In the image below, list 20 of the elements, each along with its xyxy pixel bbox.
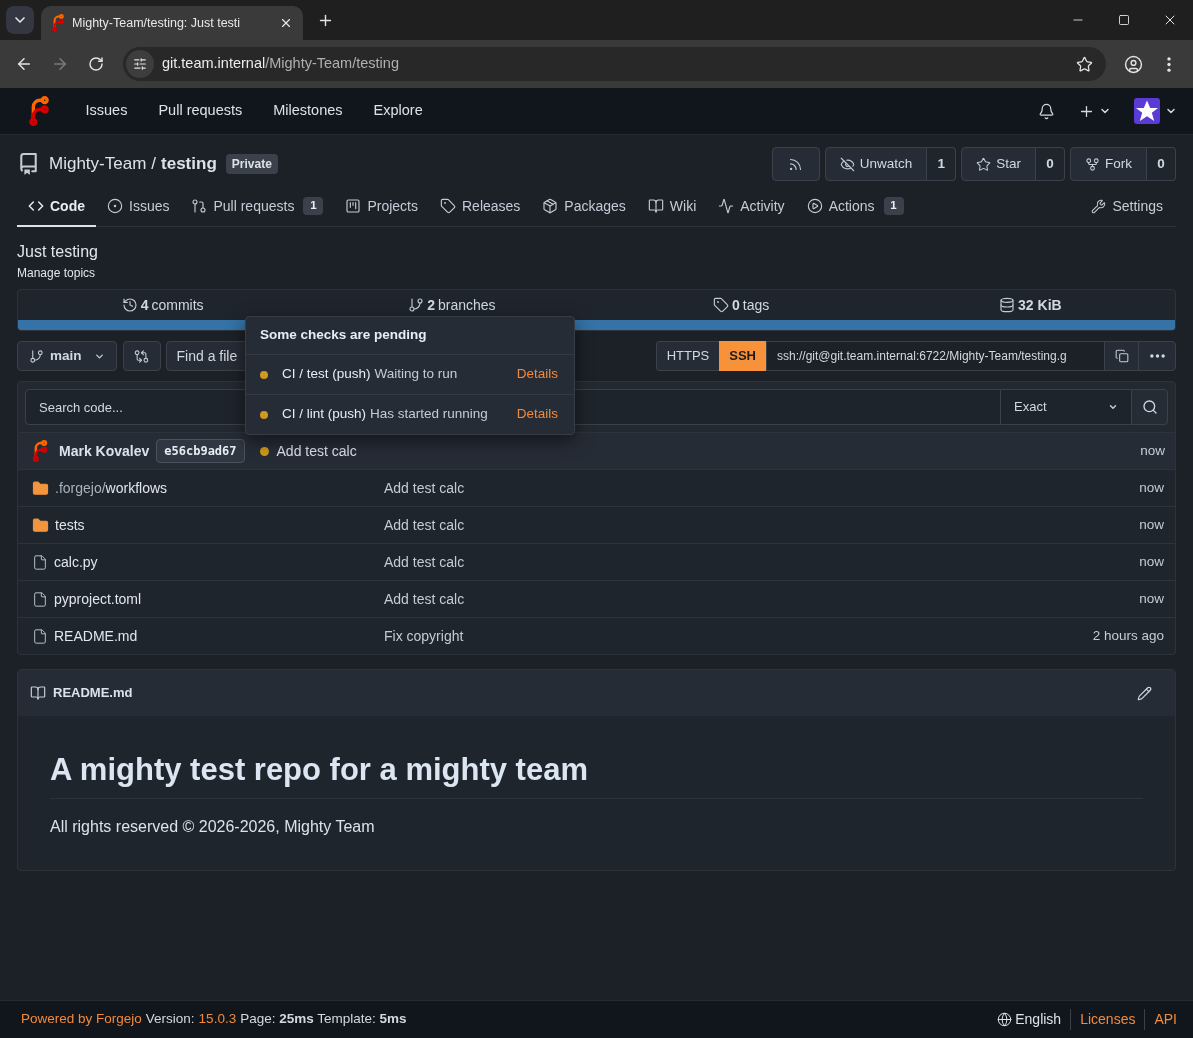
repo-description: Just testing bbox=[17, 242, 98, 262]
commit-time: now bbox=[1139, 552, 1164, 571]
commit-time: now bbox=[1139, 589, 1164, 608]
readme-heading: A mighty test repo for a mighty team bbox=[50, 750, 1143, 799]
tab-count: 1 bbox=[303, 197, 324, 215]
commit-time: now bbox=[1139, 515, 1164, 534]
check-status: Waiting to run bbox=[374, 365, 458, 384]
check-name: CI / test (push) bbox=[282, 365, 371, 384]
commit-time: now bbox=[1140, 441, 1165, 460]
version-label: Version: bbox=[145, 1010, 195, 1029]
check-name: CI / lint (push) bbox=[282, 405, 367, 424]
popup-title: Some checks are pending bbox=[259, 326, 428, 345]
commit-time: 2 hours ago bbox=[1092, 626, 1164, 645]
check-status: Has started running bbox=[370, 405, 488, 424]
commit-time: now bbox=[1139, 478, 1164, 497]
render-timing: Page: 25ms Template: 5ms bbox=[240, 1010, 407, 1029]
visibility-label: Private bbox=[225, 154, 278, 174]
readme-paragraph: All rights reserved © 2026-2026, Mighty Team bbox=[50, 817, 376, 837]
path-separator: / bbox=[151, 153, 157, 176]
tab-count: 1 bbox=[883, 197, 904, 215]
